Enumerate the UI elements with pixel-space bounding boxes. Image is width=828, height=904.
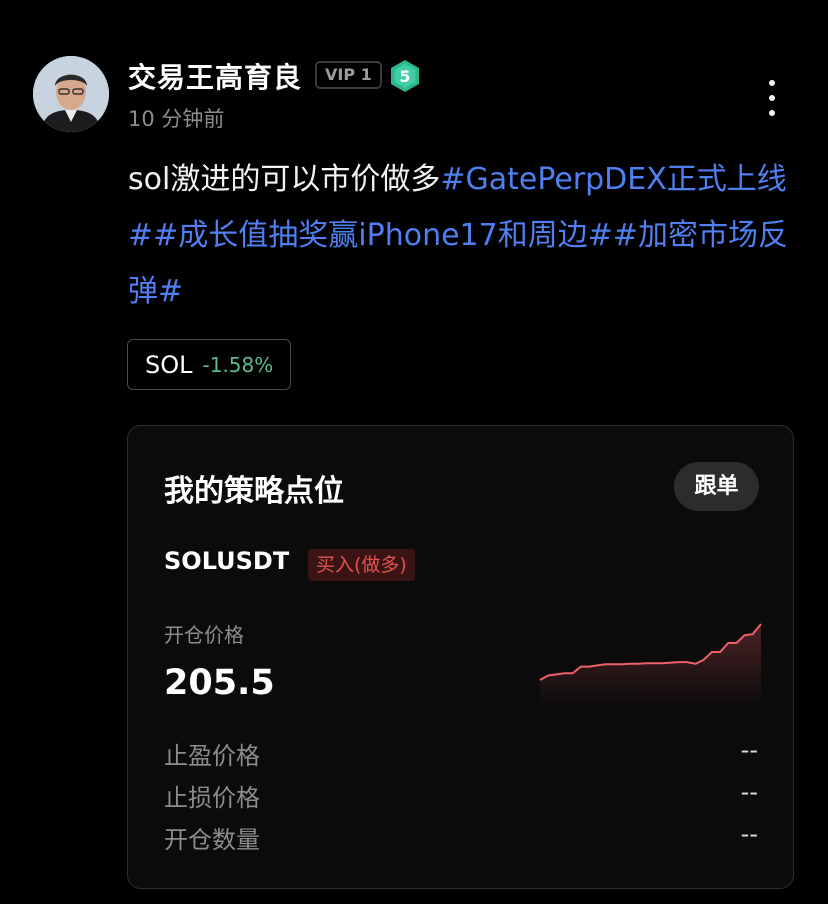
- follow-trade-button[interactable]: 跟单: [674, 462, 759, 511]
- coin-symbol: SOL: [145, 350, 193, 379]
- take-profit-value: --: [740, 736, 758, 764]
- coin-chip[interactable]: SOL -1.58%: [127, 339, 292, 390]
- post-text: sol激进的可以市价做多#GatePerpDEX正式上线##成长值抽奖赢iPho…: [128, 152, 800, 320]
- position-size-label: 开仓数量: [164, 826, 260, 854]
- strategy-card: 我的策略点位 跟单 SOLUSDT 买入(做多) 开仓价格 205.5 止盈价格…: [127, 425, 794, 889]
- author-name[interactable]: 交易王高育良: [128, 56, 302, 96]
- level-number: 5: [399, 67, 410, 86]
- more-options-icon[interactable]: [758, 78, 786, 118]
- entry-price-value: 205.5: [164, 663, 275, 703]
- level-badge: 5: [388, 59, 422, 93]
- hashtag-link[interactable]: #成长值抽奖赢iPhone17和周边#: [153, 218, 613, 253]
- post-time: 10 分钟前: [128, 107, 225, 131]
- side-badge: 买入(做多): [308, 549, 415, 581]
- entry-price-label: 开仓价格: [164, 623, 244, 647]
- stop-loss-value: --: [740, 778, 758, 806]
- post-text-prefix: sol激进的可以市价做多: [128, 162, 441, 197]
- price-sparkline: [539, 623, 762, 708]
- position-size-value: --: [740, 820, 758, 848]
- stop-loss-label: 止损价格: [164, 784, 260, 812]
- avatar[interactable]: [33, 56, 109, 132]
- trading-pair: SOLUSDT: [164, 547, 290, 575]
- coin-change: -1.58%: [202, 352, 274, 377]
- take-profit-label: 止盈价格: [164, 742, 260, 770]
- strategy-title: 我的策略点位: [164, 474, 344, 509]
- avatar-image: [33, 56, 109, 132]
- sparkline-area: [540, 624, 761, 708]
- vip-badge: VIP 1: [315, 61, 382, 89]
